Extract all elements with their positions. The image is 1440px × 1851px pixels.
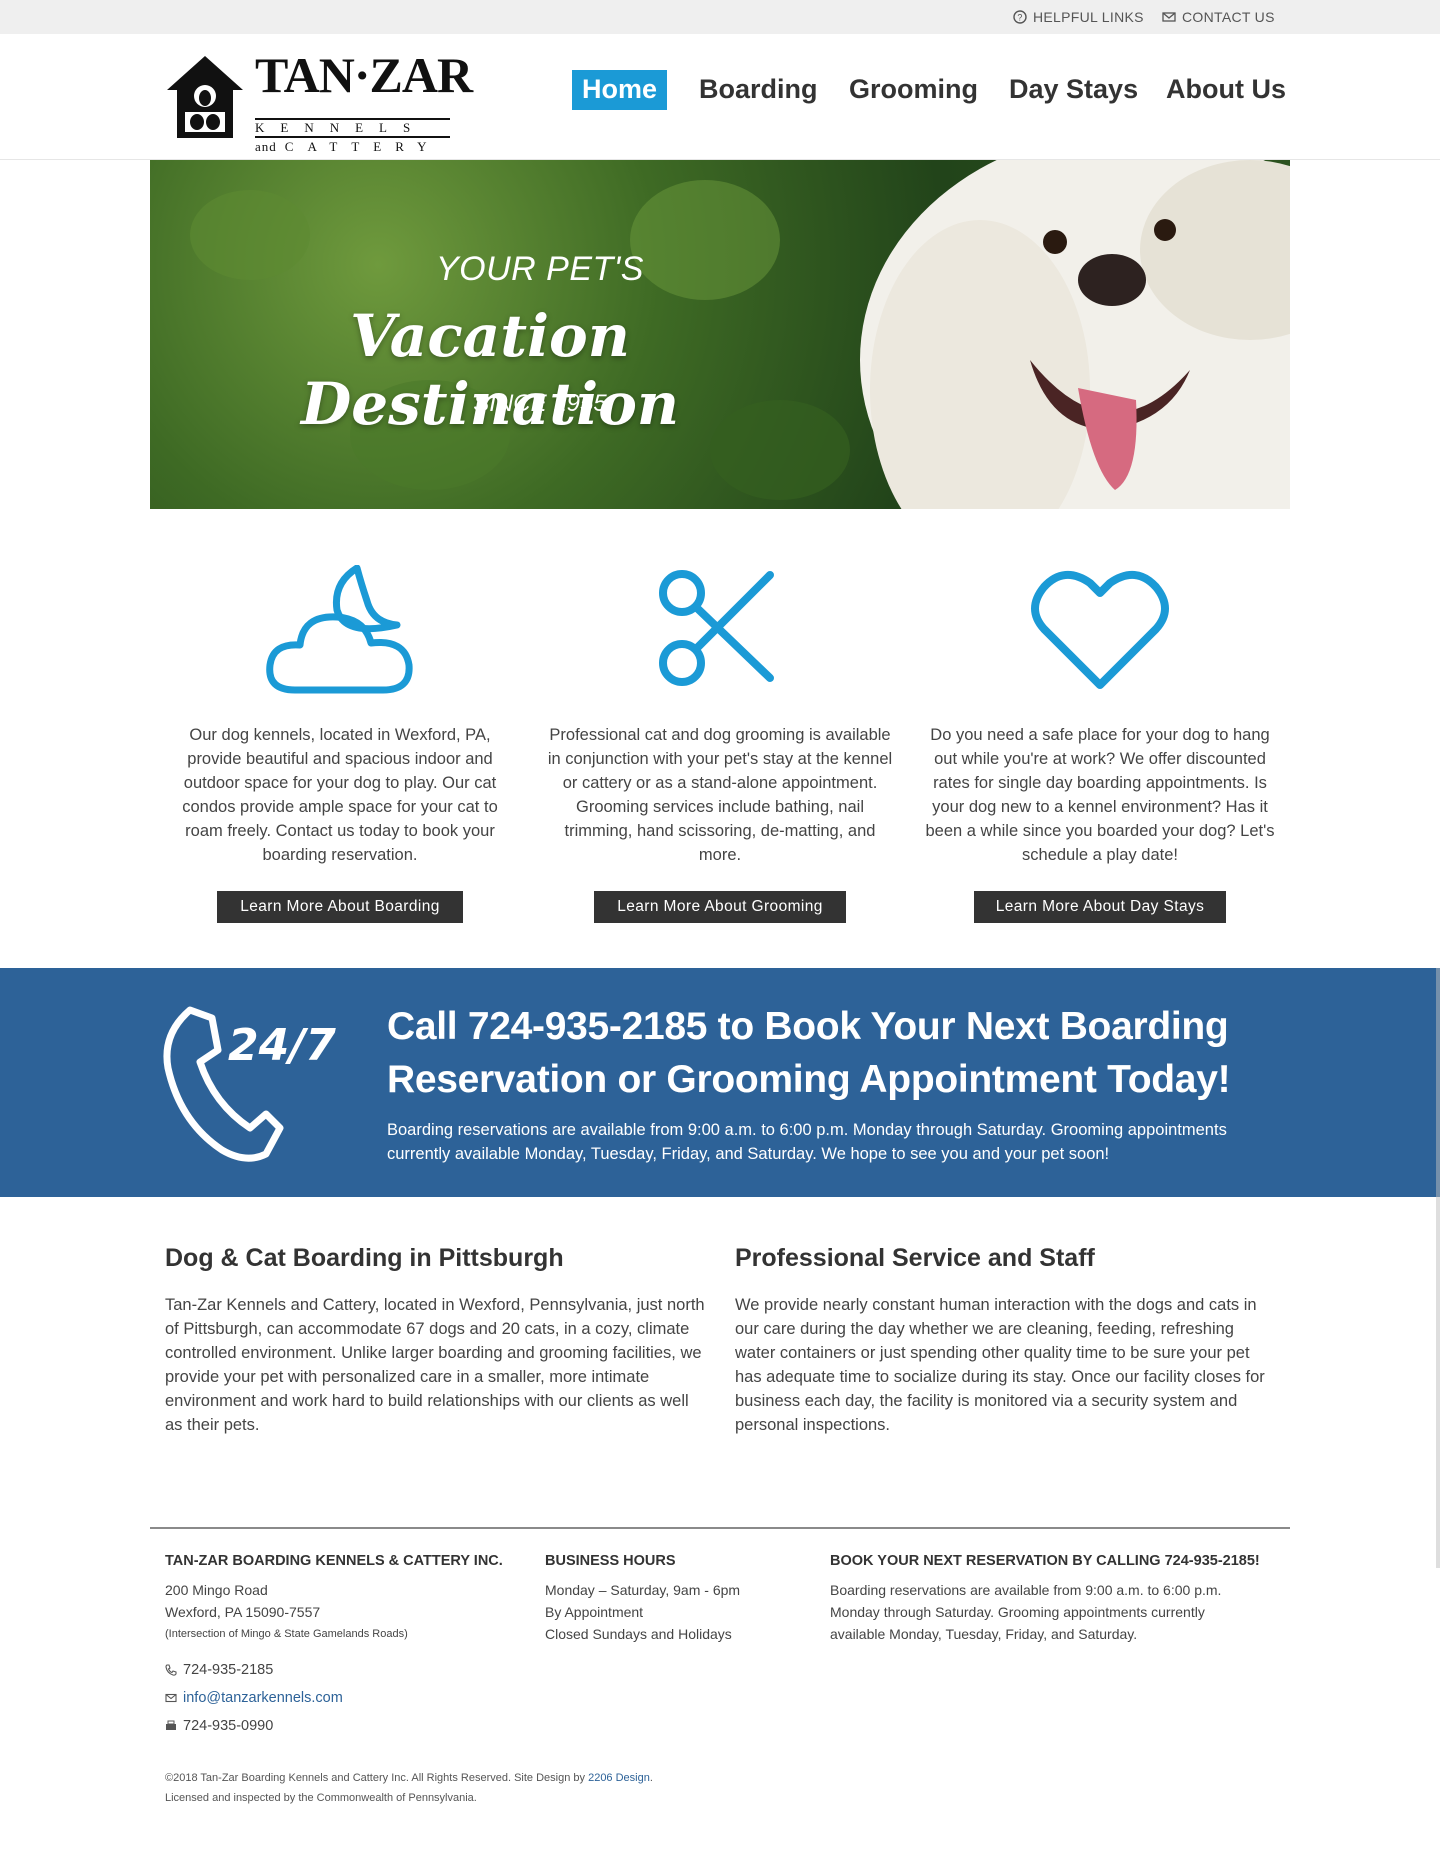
footer-fax-number: 724-935-0990 (183, 1718, 274, 1734)
boarding-pittsburgh-heading: Dog & Cat Boarding in Pittsburgh (165, 1244, 564, 1272)
logo-title: TAN·ZAR (255, 47, 473, 103)
footer-hours-line1: Monday – Saturday, 9am - 6pm (545, 1582, 741, 1598)
heart-icon (1031, 571, 1169, 689)
footer-address-note: (Intersection of Mingo & State Gamelands… (165, 1628, 408, 1640)
footer-fax: 724-935-0990 (165, 1718, 273, 1734)
feature-text-day-stays: Do you need a safe place for your dog to… (925, 726, 1275, 864)
logo-and: and (255, 139, 277, 154)
fax-icon (166, 1720, 176, 1730)
helpful-links-link[interactable]: ? Helpful Links (1013, 9, 1144, 25)
copyright-text: ©2018 Tan-Zar Boarding Kennels and Catte… (165, 1772, 586, 1784)
helpful-links-label: Helpful Links (1033, 9, 1144, 25)
dog-photo (860, 160, 1290, 509)
svg-text:?: ? (1017, 13, 1022, 23)
call-text: Boarding reservations are available from… (387, 1121, 1227, 1163)
envelope-icon (1162, 12, 1176, 22)
footer-email-address: info@tanzarkennels.com (183, 1690, 343, 1706)
footer-hours-heading: BUSINESS HOURS (545, 1553, 676, 1569)
utility-bar: ? Helpful Links Contact Us (0, 0, 1440, 34)
feature-text-grooming: Professional cat and dog grooming is ava… (547, 726, 893, 864)
footer-book-text: Boarding reservations are available from… (830, 1582, 1222, 1642)
question-circle-icon: ? (1013, 10, 1027, 24)
logo-kennels: KENNELS (255, 118, 450, 138)
nav-boarding[interactable]: Boarding (699, 74, 818, 105)
contact-us-label: Contact Us (1182, 9, 1275, 25)
hero-since: SINCE 1955 (473, 390, 607, 417)
feature-text-boarding: Our dog kennels, located in Wexford, PA,… (182, 726, 498, 864)
footer-hours: Monday – Saturday, 9am - 6pm By Appointm… (545, 1579, 740, 1645)
learn-more-boarding-button[interactable]: Learn More About Boarding (217, 891, 463, 923)
logo-cattery: and CATTERY (255, 140, 441, 154)
footer-book-heading: BOOK YOUR NEXT RESERVATION BY CALLING 72… (830, 1553, 1260, 1569)
footer-address: 200 Mingo Road Wexford, PA 15090-7557 (I… (165, 1579, 408, 1645)
phone-icon (165, 1664, 177, 1676)
nav-about-us[interactable]: About Us (1166, 74, 1286, 105)
service-staff-heading: Professional Service and Staff (735, 1244, 1095, 1272)
site-logo[interactable]: TAN·ZAR KENNELS and CATTERY (165, 50, 473, 154)
footer-hours-line2: By Appointment (545, 1604, 644, 1620)
footer-address-line1: 200 Mingo Road (165, 1582, 268, 1598)
nav-day-stays[interactable]: Day Stays (1009, 74, 1138, 105)
site-header: TAN·ZAR KENNELS and CATTERY Home Boarding… (0, 34, 1440, 160)
hero-banner: YOUR PET'S Vacation Destination SINCE 19… (150, 160, 1290, 509)
footer-phone: 724-935-2185 (165, 1662, 273, 1678)
footer-email-link[interactable]: info@tanzarkennels.com (165, 1690, 343, 1706)
contact-us-link[interactable]: Contact Us (1162, 9, 1275, 25)
hero-kicker: YOUR PET'S (436, 250, 644, 288)
footer-hours-line3: Closed Sundays and Holidays (545, 1626, 732, 1642)
cloud-moon-icon (266, 565, 413, 694)
call-title: Call 724-935-2185 to Book Your Next Boar… (387, 1005, 1231, 1101)
scissors-icon (659, 570, 774, 686)
license-text: Licensed and inspected by the Commonweal… (165, 1792, 477, 1804)
logo-cattery-text: CATTERY (284, 139, 441, 154)
badge-24-7: 24/7 (228, 1020, 336, 1071)
boarding-pittsburgh-text: Tan-Zar Kennels and Cattery, located in … (165, 1296, 705, 1434)
footer-copyright: ©2018 Tan-Zar Boarding Kennels and Catte… (165, 1768, 653, 1808)
phone-24-7-icon: 24/7 (163, 1006, 336, 1162)
foliage-blob (190, 190, 310, 280)
learn-more-day-stays-button[interactable]: Learn More About Day Stays (974, 891, 1226, 923)
footer-address-line2: Wexford, PA 15090-7557 (165, 1604, 321, 1620)
learn-more-grooming-button[interactable]: Learn More About Grooming (594, 891, 846, 923)
footer-phone-number: 724-935-2185 (183, 1662, 274, 1678)
scrollbar[interactable] (1436, 968, 1440, 1568)
nav-home[interactable]: Home (572, 70, 668, 110)
kennel-house-icon (167, 56, 243, 138)
nav-grooming[interactable]: Grooming (849, 74, 978, 105)
envelope-icon (165, 1693, 177, 1703)
footer-divider (150, 1527, 1290, 1529)
footer-company-heading: TAN-ZAR BOARDING KENNELS & CATTERY INC. (165, 1553, 503, 1569)
service-staff-text: We provide nearly constant human interac… (735, 1296, 1265, 1434)
call-to-action-band: 24/7 Call 724-935-2185 to Book Your Next… (0, 968, 1440, 1197)
designer-link[interactable]: 2206 Design (588, 1772, 650, 1784)
